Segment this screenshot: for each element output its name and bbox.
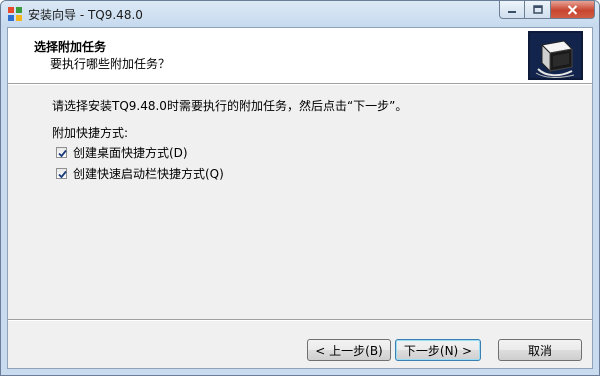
desktop-shortcut-label: 创建桌面快捷方式(D) [73, 146, 188, 160]
footer-divider [8, 319, 592, 321]
quicklaunch-shortcut-checkbox[interactable] [56, 168, 67, 179]
checkmark-icon [58, 170, 67, 179]
minimize-icon [508, 10, 516, 13]
next-button[interactable]: 下一步(N) > [395, 339, 481, 361]
maximize-icon [532, 5, 543, 14]
task-quicklaunch-shortcut[interactable]: 创建快速启动栏快捷方式(Q) [56, 165, 224, 182]
caption-buttons [499, 1, 595, 20]
desktop-shortcut-checkbox[interactable] [56, 147, 67, 158]
checkmark-icon [58, 149, 67, 158]
close-icon [567, 4, 578, 15]
quicklaunch-shortcut-label: 创建快速启动栏快捷方式(Q) [73, 167, 224, 181]
page-title: 选择附加任务 [34, 40, 107, 54]
shortcut-group-label: 附加快捷方式: [52, 126, 129, 140]
installer-app-icon [7, 6, 23, 22]
minimize-button[interactable] [499, 1, 525, 19]
close-button[interactable] [551, 1, 595, 19]
computer-box-icon [528, 31, 583, 80]
title-bar[interactable]: 安装向导 - TQ9.48.0 [1, 1, 599, 27]
wizard-client-area: 选择附加任务 要执行哪些附加任务？ 请选择安装TQ9.48.0时需要执行的附加任… [7, 27, 593, 369]
page-subtitle: 要执行哪些附加任务？ [50, 57, 171, 71]
wizard-header: 选择附加任务 要执行哪些附加任务？ [8, 28, 592, 84]
back-button[interactable]: < 上一步(B) [307, 339, 391, 361]
task-description: 请选择安装TQ9.48.0时需要执行的附加任务，然后点击“下一步”。 [52, 99, 408, 113]
cancel-button[interactable]: 取消 [498, 339, 582, 361]
task-desktop-shortcut[interactable]: 创建桌面快捷方式(D) [56, 144, 188, 161]
maximize-button[interactable] [525, 1, 551, 19]
window-title: 安装向导 - TQ9.48.0 [28, 8, 143, 22]
installer-window: 安装向导 - TQ9.48.0 选择附加任务 要执行哪些附加任务？ 请选择安装T… [0, 0, 600, 376]
